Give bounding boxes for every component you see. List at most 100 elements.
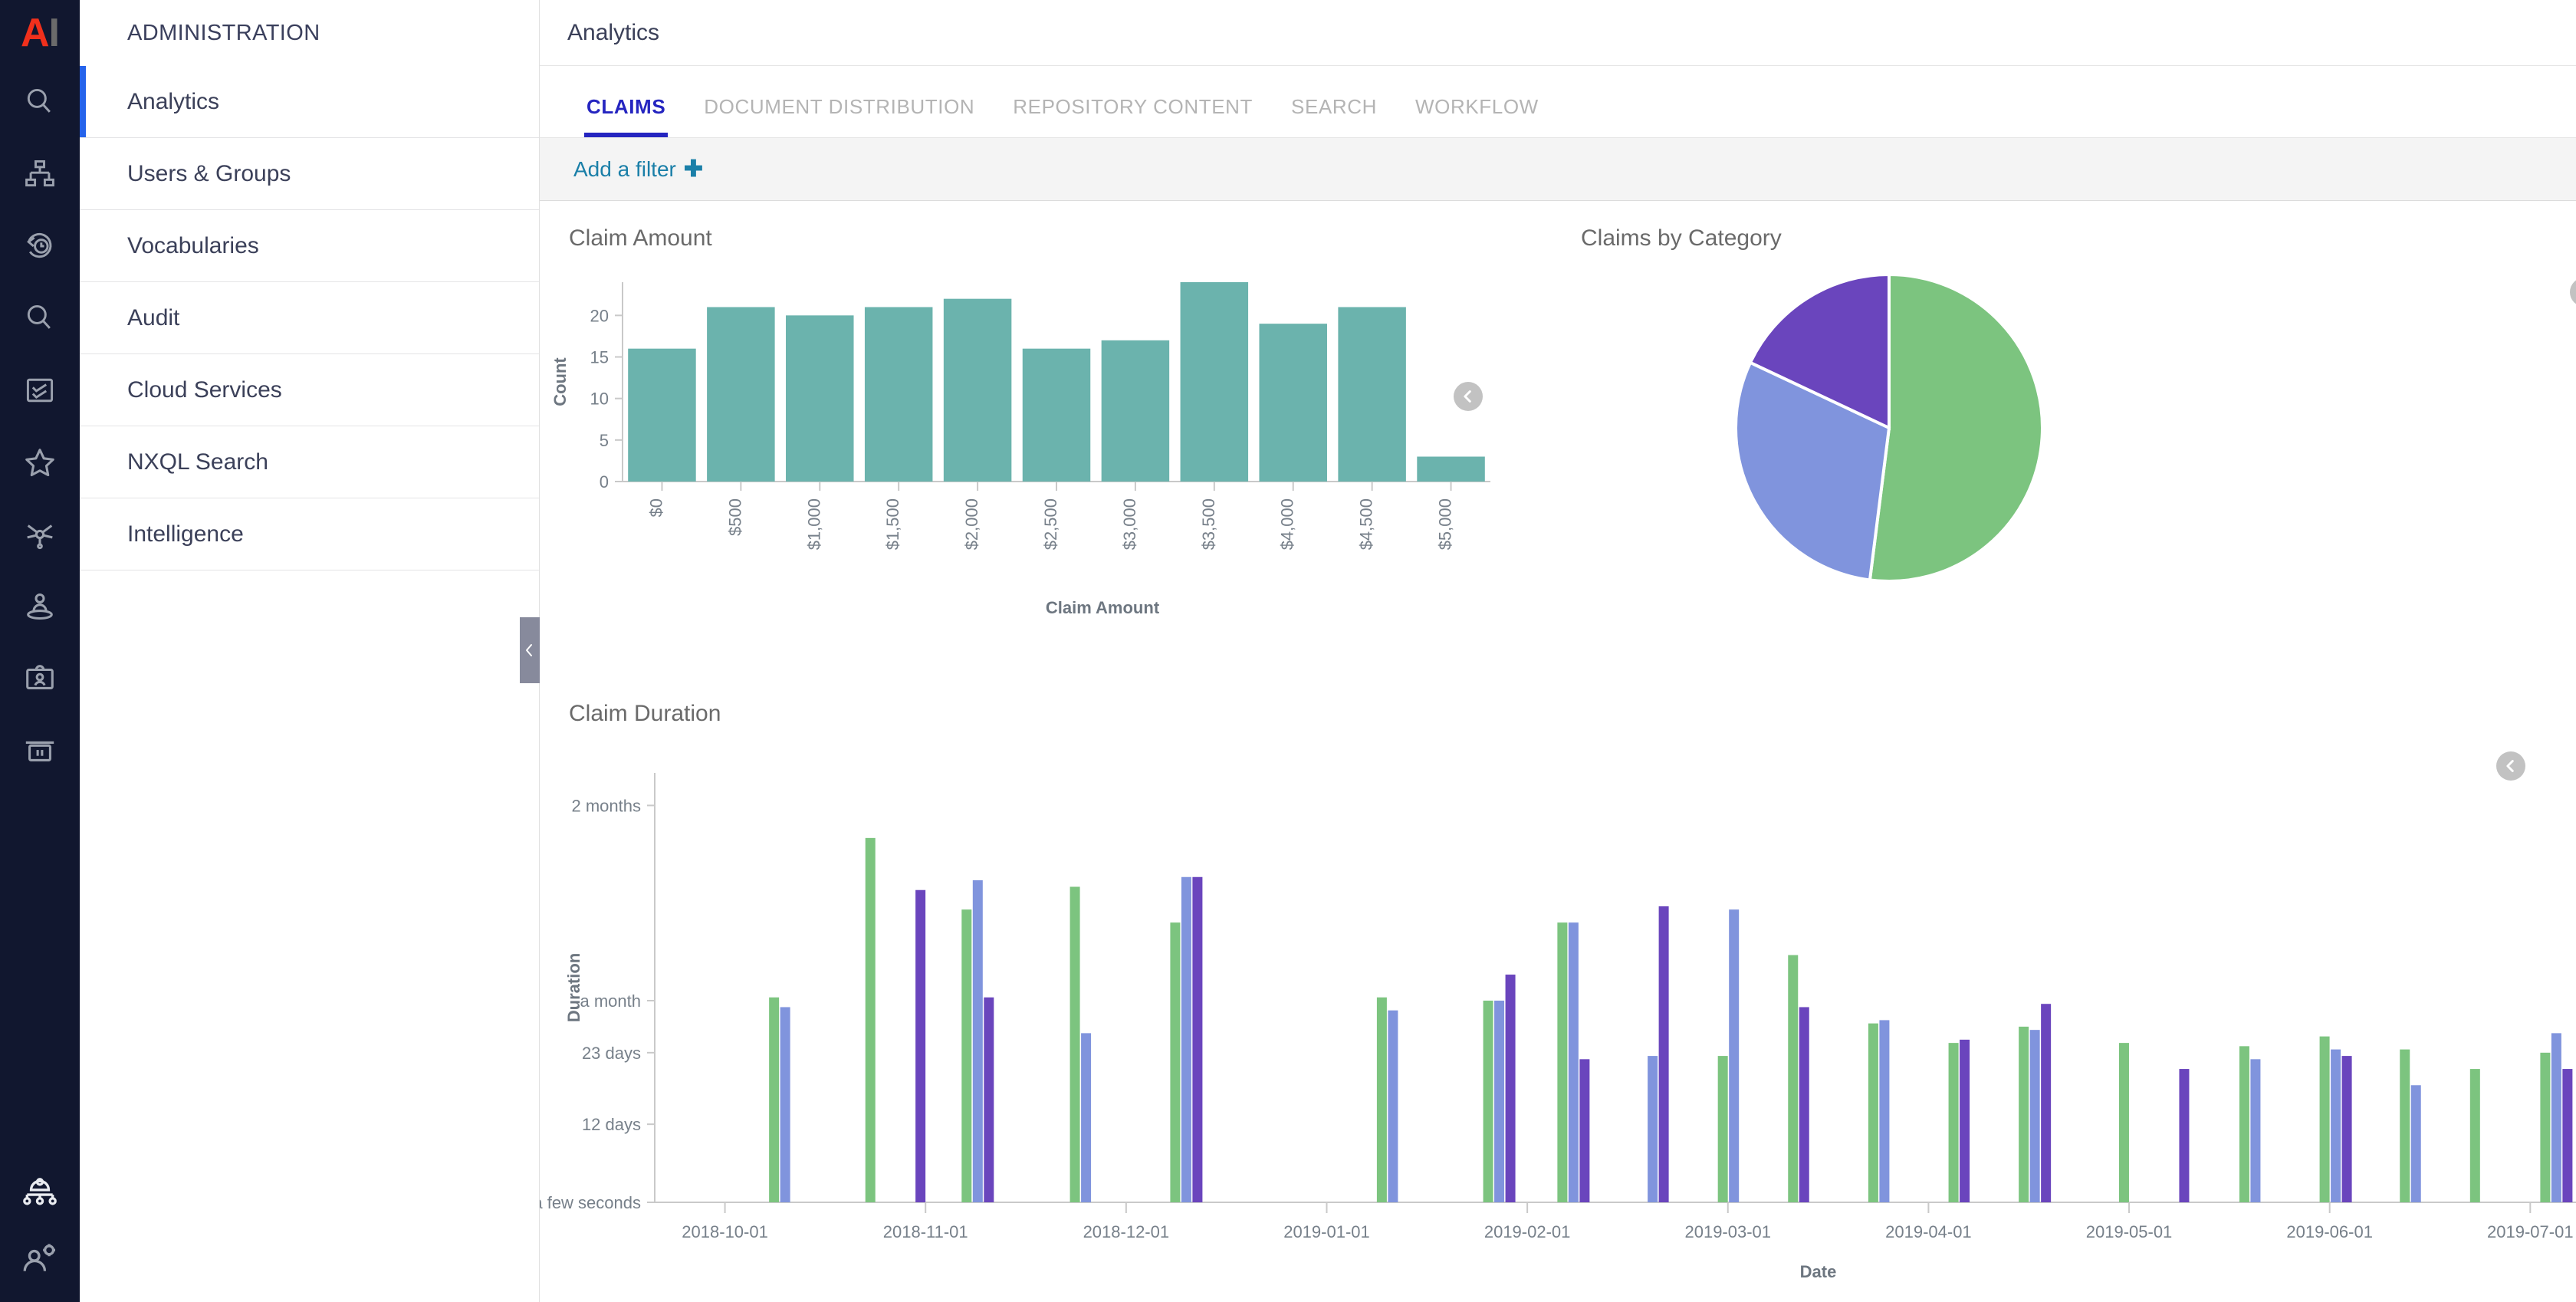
sidebar-item-label: Cloud Services [127,376,282,403]
svg-text:$5,000: $5,000 [1436,498,1455,550]
svg-text:2019-06-01: 2019-06-01 [2286,1222,2373,1241]
svg-text:$1,000: $1,000 [804,498,823,550]
analytics-content: Claim Amount 0 5 10 15 20 Count $0 $500 $1,000 $1… [540,201,2576,1302]
search-icon[interactable] [0,66,80,138]
svg-text:Duration: Duration [564,953,583,1022]
svg-text:2018-11-01: 2018-11-01 [883,1222,968,1241]
svg-text:2019-04-01: 2019-04-01 [1885,1222,1972,1241]
svg-text:2 months: 2 months [572,796,642,815]
sidebar-item-label: Vocabularies [127,232,259,258]
claim-amount-chart[interactable]: 0 5 10 15 20 Count $0 $500 $1,000 $1,500 $2,000 $2,… [540,252,1552,666]
svg-text:5: 5 [600,431,609,450]
top-bar: Analytics [540,0,2576,66]
add-filter-label: Add a filter [573,156,676,181]
sidebar-item-users-groups[interactable]: Users & Groups [80,138,539,210]
tab-claims[interactable]: CLAIMS [567,95,685,137]
svg-text:$4,500: $4,500 [1357,498,1376,550]
claim-amount-title: Claim Amount [569,225,712,251]
sidebar-title: ADMINISTRATION [127,20,320,45]
main-region: Analytics CLAIMS DOCUMENT DISTRIBUTION R… [540,0,2576,1302]
svg-text:Claim Amount: Claim Amount [1046,598,1160,617]
tab-search[interactable]: SEARCH [1272,95,1396,137]
svg-text:10: 10 [590,390,609,409]
id-badge-icon[interactable] [0,643,80,715]
tab-bar: CLAIMS DOCUMENT DISTRIBUTION REPOSITORY … [540,66,2576,138]
star-icon[interactable] [0,426,80,498]
plus-icon: ✚ [683,156,703,182]
claims-by-category-title: Claims by Category [1581,225,1782,251]
claim-duration-title: Claim Duration [569,701,721,726]
claims-by-category-chart[interactable] [1728,252,2311,612]
sidebar-collapse-handle[interactable] [520,617,540,683]
svg-text:2019-07-01: 2019-07-01 [2487,1222,2574,1241]
sidebar-item-label: Analytics [127,88,220,114]
svg-text:$3,000: $3,000 [1120,498,1139,550]
claim-amount-panel: Claim Amount 0 5 10 15 20 Count $0 $500 $1,000 $1… [540,201,1552,676]
tab-document-distribution[interactable]: DOCUMENT DISTRIBUTION [685,95,994,137]
charts-row-top: Claim Amount 0 5 10 15 20 Count $0 $500 $1,000 $1… [540,201,2576,676]
svg-text:$500: $500 [725,498,744,536]
hierarchy-icon[interactable] [0,1158,80,1230]
claim-duration-panel: Claim Duration a few seconds 12 days 23 da… [540,676,2576,1294]
sidebar-item-label: Users & Groups [127,160,291,186]
logo-letter-i: I [48,11,60,55]
svg-text:20: 20 [590,306,609,325]
svg-text:2019-01-01: 2019-01-01 [1283,1222,1370,1241]
icon-rail: AI [0,0,80,1302]
svg-text:$0: $0 [646,498,665,517]
svg-text:a month: a month [580,991,642,1011]
svg-text:2019-03-01: 2019-03-01 [1684,1222,1771,1241]
search-icon-2[interactable] [0,282,80,354]
tab-label: CLAIMS [586,95,666,118]
claim-duration-chart[interactable]: a few seconds 12 days 23 days a month 2 mont… [540,727,2576,1294]
tab-label: REPOSITORY CONTENT [1013,95,1254,118]
svg-text:$2,500: $2,500 [1041,498,1060,550]
claims-by-category-panel: Claims by Category Property [1552,201,2576,676]
sidebar-item-label: NXQL Search [127,449,268,475]
svg-text:Count: Count [550,357,570,406]
tab-repository-content[interactable]: REPOSITORY CONTENT [994,95,1272,137]
user-settings-icon[interactable] [0,1230,80,1302]
app-root: AI ADMINISTRATION Analytics Users & Grou… [0,0,2576,1302]
sidebar-item-cloud-services[interactable]: Cloud Services [80,354,539,426]
svg-text:0: 0 [600,472,609,492]
checklist-icon[interactable] [0,354,80,426]
svg-text:2018-10-01: 2018-10-01 [682,1222,768,1241]
sidebar-item-audit[interactable]: Audit [80,282,539,354]
svg-text:$1,500: $1,500 [883,498,902,550]
svg-text:12 days: 12 days [582,1115,641,1134]
chevron-right-icon[interactable] [2570,278,2576,307]
svg-text:a few seconds: a few seconds [540,1193,641,1212]
sidebar-item-label: Audit [127,304,180,330]
svg-text:$2,000: $2,000 [962,498,981,550]
svg-text:15: 15 [590,348,609,367]
filter-bar: Add a filter ✚ [540,138,2576,201]
app-logo[interactable]: AI [0,0,80,66]
tab-label: SEARCH [1291,95,1377,118]
user-location-icon[interactable] [0,570,80,643]
chevron-left-icon-duration[interactable] [2496,751,2525,781]
svg-text:$3,500: $3,500 [1199,498,1218,550]
logo-letter-a: A [20,11,50,55]
tab-label: DOCUMENT DISTRIBUTION [704,95,975,118]
add-filter-button[interactable]: Add a filter ✚ [573,156,703,182]
svg-text:2019-02-01: 2019-02-01 [1484,1222,1571,1241]
svg-text:2019-05-01: 2019-05-01 [2086,1222,2173,1241]
page-title: Analytics [567,19,660,45]
tab-workflow[interactable]: WORKFLOW [1396,95,1558,137]
chevron-left-icon[interactable] [1454,382,1483,411]
sidebar-item-vocabularies[interactable]: Vocabularies [80,210,539,282]
trash-icon[interactable] [0,715,80,787]
svg-text:Date: Date [1800,1262,1837,1281]
svg-text:2018-12-01: 2018-12-01 [1083,1222,1170,1241]
sidebar-item-intelligence[interactable]: Intelligence [80,498,539,570]
sidebar-item-label: Intelligence [127,521,244,547]
svg-text:$4,000: $4,000 [1278,498,1297,550]
sidebar-item-analytics[interactable]: Analytics [80,66,539,138]
org-chart-icon[interactable] [0,138,80,210]
history-icon[interactable] [0,210,80,282]
network-icon[interactable] [0,498,80,570]
sidebar-item-nxql-search[interactable]: NXQL Search [80,426,539,498]
svg-text:23 days: 23 days [582,1044,641,1063]
tab-label: WORKFLOW [1415,95,1539,118]
